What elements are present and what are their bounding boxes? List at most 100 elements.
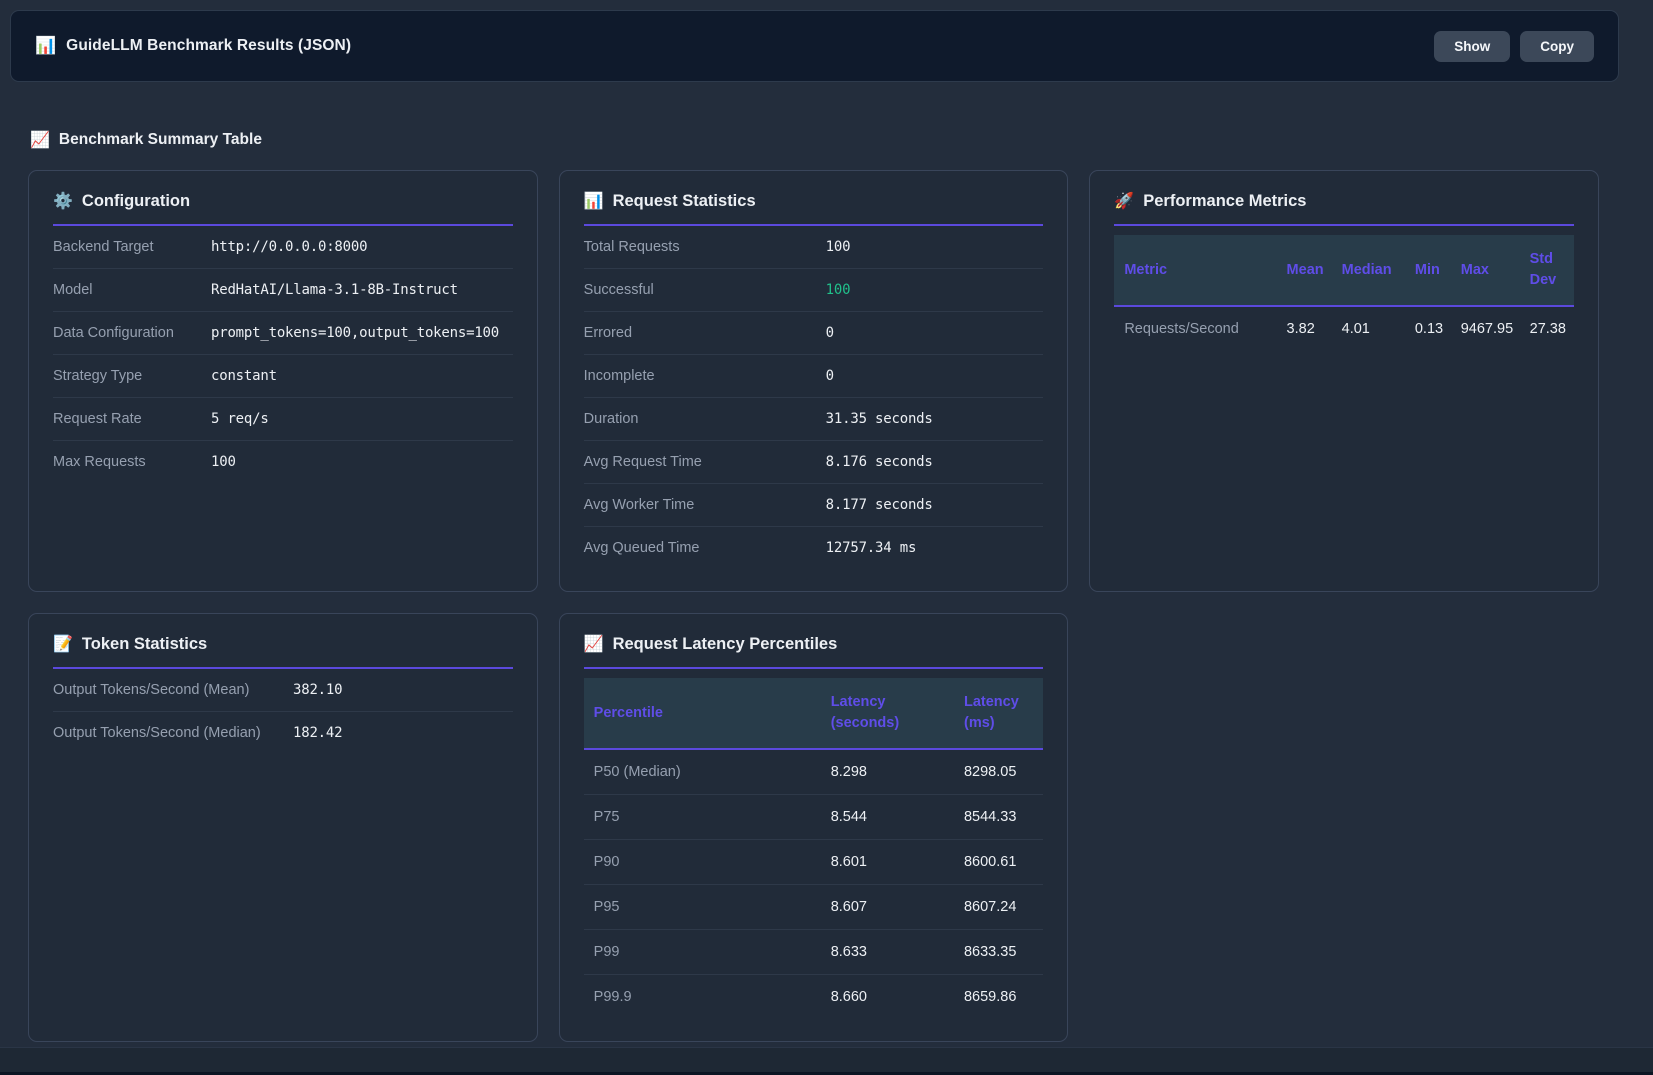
table-row-p50: P50 (Median) 8.298 8298.05: [584, 749, 1044, 795]
token-statistics-card-title: 📝 Token Statistics: [53, 634, 513, 669]
configuration-card-title: ⚙️ Configuration: [53, 191, 513, 226]
gear-icon: ⚙️: [53, 191, 73, 211]
reqstat-row-avg-worker-time: Avg Worker Time 8.177 seconds: [584, 484, 1044, 527]
row-label: Request Rate: [53, 411, 211, 427]
col-latency-ms: Latency (ms): [956, 678, 1043, 749]
row-label: Successful: [584, 282, 826, 298]
col-mean: Mean: [1279, 235, 1334, 306]
request-statistics-card: 📊 Request Statistics Total Requests 100 …: [559, 170, 1069, 592]
cell-percentile: P95: [584, 885, 823, 930]
row-value: 182.42: [293, 725, 342, 741]
page-title: GuideLLM Benchmark Results (JSON): [66, 37, 351, 55]
col-latency-seconds: Latency (seconds): [823, 678, 956, 749]
row-value: http://0.0.0.0:8000: [211, 239, 367, 255]
cell-std-dev: 27.38: [1522, 306, 1574, 351]
token-statistics-rows: Output Tokens/Second (Mean) 382.10 Outpu…: [53, 669, 513, 754]
row-label: Model: [53, 282, 211, 298]
cell-latency-seconds: 8.633: [823, 930, 956, 975]
row-value: 100: [826, 239, 851, 255]
cell-mean: 3.82: [1279, 306, 1334, 351]
summary-cards-grid: ⚙️ Configuration Backend Target http://0…: [28, 170, 1599, 1042]
row-value: 12757.34 ms: [826, 540, 917, 556]
row-value: RedHatAI/Llama-3.1-8B-Instruct: [211, 282, 458, 298]
copy-button[interactable]: Copy: [1520, 31, 1594, 62]
rocket-icon: 🚀: [1114, 191, 1134, 211]
col-median: Median: [1334, 235, 1407, 306]
cell-max: 9467.95: [1453, 306, 1522, 351]
grid-spacer: [1089, 613, 1599, 1042]
cell-latency-seconds: 8.660: [823, 975, 956, 1020]
table-row-p90: P90 8.601 8600.61: [584, 840, 1044, 885]
request-statistics-card-title: 📊 Request Statistics: [584, 191, 1044, 226]
row-label: Avg Worker Time: [584, 497, 826, 513]
show-button[interactable]: Show: [1434, 31, 1510, 62]
row-label: Errored: [584, 325, 826, 341]
cell-percentile: P75: [584, 795, 823, 840]
request-statistics-rows: Total Requests 100 Successful 100 Errore…: [584, 226, 1044, 569]
table-row-p95: P95 8.607 8607.24: [584, 885, 1044, 930]
config-row-data-configuration: Data Configuration prompt_tokens=100,out…: [53, 312, 513, 355]
row-value: 8.176 seconds: [826, 454, 933, 470]
benchmark-summary-heading: 📈 Benchmark Summary Table: [30, 130, 1653, 150]
row-value: 100: [211, 454, 236, 470]
table-row-p75: P75 8.544 8544.33: [584, 795, 1044, 840]
row-value: 382.10: [293, 682, 342, 698]
cell-metric: Requests/Second: [1114, 306, 1278, 351]
cell-latency-ms: 8633.35: [956, 930, 1043, 975]
cell-percentile: P99.9: [584, 975, 823, 1020]
performance-metrics-card-title: 🚀 Performance Metrics: [1114, 191, 1574, 226]
reqstat-row-errored: Errored 0: [584, 312, 1044, 355]
table-header-row: Percentile Latency (seconds) Latency (ms…: [584, 678, 1044, 749]
row-label: Data Configuration: [53, 325, 211, 341]
cell-latency-ms: 8298.05: [956, 749, 1043, 795]
row-label: Duration: [584, 411, 826, 427]
header-title-group: 📊 GuideLLM Benchmark Results (JSON): [35, 36, 351, 56]
cell-latency-seconds: 8.298: [823, 749, 956, 795]
latency-percentiles-table: Percentile Latency (seconds) Latency (ms…: [584, 678, 1044, 1019]
card-title-text: Request Statistics: [613, 192, 756, 211]
row-label: Output Tokens/Second (Median): [53, 725, 293, 741]
cell-percentile: P90: [584, 840, 823, 885]
cell-latency-ms: 8607.24: [956, 885, 1043, 930]
row-label: Backend Target: [53, 239, 211, 255]
row-value: constant: [211, 368, 277, 384]
table-header-row: Metric Mean Median Min Max Std Dev: [1114, 235, 1574, 306]
token-statistics-card: 📝 Token Statistics Output Tokens/Second …: [28, 613, 538, 1042]
row-value: prompt_tokens=100,output_tokens=100: [211, 325, 499, 341]
performance-metrics-card: 🚀 Performance Metrics Metric Mean Median…: [1089, 170, 1599, 592]
col-percentile: Percentile: [584, 678, 823, 749]
reqstat-row-successful: Successful 100: [584, 269, 1044, 312]
configuration-rows: Backend Target http://0.0.0.0:8000 Model…: [53, 226, 513, 483]
config-row-strategy-type: Strategy Type constant: [53, 355, 513, 398]
latency-percentiles-card-title: 📈 Request Latency Percentiles: [584, 634, 1044, 669]
reqstat-row-duration: Duration 31.35 seconds: [584, 398, 1044, 441]
cell-latency-seconds: 8.601: [823, 840, 956, 885]
content-panel-bottom: [0, 1047, 1653, 1072]
col-min: Min: [1407, 235, 1453, 306]
cell-latency-ms: 8600.61: [956, 840, 1043, 885]
latency-percentiles-card: 📈 Request Latency Percentiles Percentile…: [559, 613, 1069, 1042]
row-label: Avg Request Time: [584, 454, 826, 470]
row-value: 8.177 seconds: [826, 497, 933, 513]
card-title-text: Token Statistics: [82, 635, 207, 654]
card-title-text: Configuration: [82, 192, 190, 211]
row-value: 0: [826, 368, 834, 384]
token-row-output-tokens-median: Output Tokens/Second (Median) 182.42: [53, 712, 513, 754]
row-value: 31.35 seconds: [826, 411, 933, 427]
section-title: Benchmark Summary Table: [59, 131, 262, 149]
memo-icon: 📝: [53, 634, 73, 654]
cell-latency-ms: 8659.86: [956, 975, 1043, 1020]
col-std-dev: Std Dev: [1522, 235, 1574, 306]
card-title-text: Performance Metrics: [1143, 192, 1306, 211]
row-label: Avg Queued Time: [584, 540, 826, 556]
performance-metrics-table: Metric Mean Median Min Max Std Dev Reque…: [1114, 235, 1574, 351]
row-label: Total Requests: [584, 239, 826, 255]
header-actions: Show Copy: [1434, 31, 1594, 62]
cell-latency-seconds: 8.544: [823, 795, 956, 840]
bar-chart-icon: 📊: [35, 36, 56, 56]
row-label: Strategy Type: [53, 368, 211, 384]
table-row-p99: P99 8.633 8633.35: [584, 930, 1044, 975]
chart-increasing-icon: 📈: [584, 634, 604, 654]
reqstat-row-avg-queued-time: Avg Queued Time 12757.34 ms: [584, 527, 1044, 569]
reqstat-row-avg-request-time: Avg Request Time 8.176 seconds: [584, 441, 1044, 484]
